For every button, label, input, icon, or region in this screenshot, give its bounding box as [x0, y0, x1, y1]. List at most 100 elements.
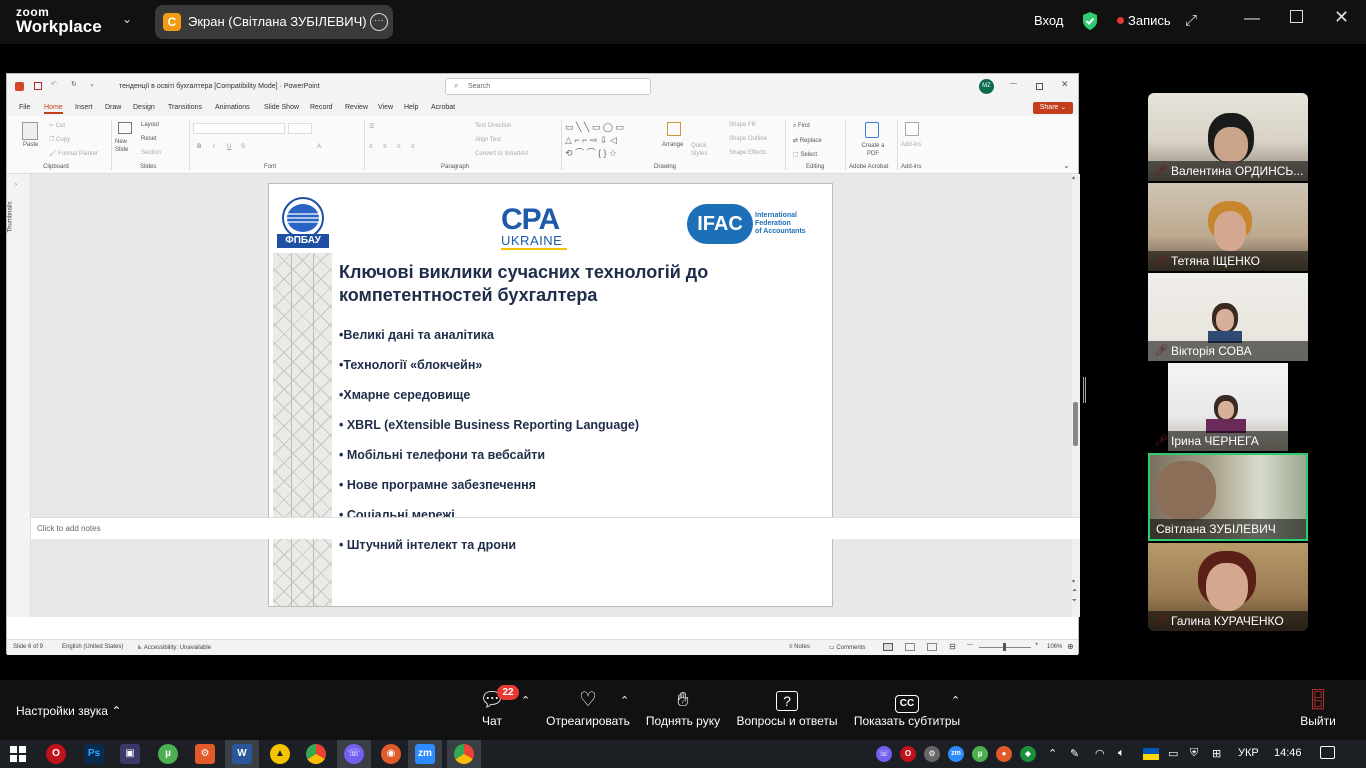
customize-toolbar-icon[interactable]: ⌄ [89, 80, 95, 88]
tab-insert[interactable]: Insert [75, 104, 93, 111]
layout-button[interactable]: Layout [141, 122, 159, 128]
notes-button[interactable]: ≡ Notes [789, 644, 810, 650]
shape-outline-button[interactable]: Shape Outline [729, 136, 767, 142]
create-pdf-icon[interactable] [865, 122, 879, 138]
next-slide-icon[interactable]: ⏷ [1072, 598, 1077, 605]
tray-recorder-icon[interactable]: ● [996, 746, 1012, 762]
participant-tile[interactable]: 🎤︎ Валентина ОРДИНСЬ... [1148, 93, 1308, 181]
screen-share-indicator[interactable]: С Экран (Світлана ЗУБІЛЕВИЧ) ··· [155, 5, 393, 39]
ppt-search-input[interactable]: ⌕ Search [445, 78, 651, 95]
volume-icon[interactable]: 🔈︎ [1118, 747, 1125, 760]
reading-view-icon[interactable] [927, 643, 937, 651]
recording-label[interactable]: Запись [1128, 13, 1171, 28]
select-button[interactable]: ⬚ Select [793, 151, 817, 158]
create-pdf-button[interactable]: Create a PDF [859, 142, 887, 158]
security-shield-icon[interactable] [1081, 11, 1099, 31]
photoshop-icon[interactable]: Ps [84, 744, 104, 764]
tab-transitions[interactable]: Transitions [168, 104, 202, 111]
shapes-gallery[interactable]: ▭ ╲ ╲ ▭ ◯ ▭ △ ⌐ ⌐ ⇨ ⇩ ◁ ⟲ ⌒ ⌒ { } ☆ [565, 121, 651, 161]
camera-app-icon[interactable]: ◉ [381, 744, 401, 764]
qa-button[interactable]: ? Вопросы и ответы [732, 680, 842, 728]
paste-button[interactable]: Paste [23, 142, 38, 148]
participant-tile[interactable]: 🎤︎ Галина КУРАЧЕНКО [1148, 543, 1308, 631]
ppt-close-icon[interactable]: ✕ [1061, 79, 1069, 90]
arrange-icon[interactable] [667, 122, 681, 136]
chrome-icon[interactable] [306, 744, 326, 764]
clock[interactable]: 14:46 [1274, 747, 1302, 759]
font-color-icon[interactable]: A [317, 144, 321, 150]
cut-button[interactable]: ✂ Cut [49, 122, 65, 129]
add-ins-icon[interactable] [905, 122, 919, 136]
expand-thumbnails-icon[interactable]: › [15, 182, 17, 188]
paste-icon[interactable] [22, 122, 38, 140]
quick-styles-button[interactable]: Quick Styles [691, 142, 713, 158]
tray-opera-icon[interactable]: O [900, 746, 916, 762]
shape-effects-button[interactable]: Shape Effects [729, 150, 766, 156]
convert-smartart-button[interactable]: Convert to SmartArt [475, 151, 528, 157]
font-family-select[interactable] [193, 123, 285, 134]
tab-review[interactable]: Review [345, 104, 368, 111]
undo-icon[interactable]: ↶ [51, 80, 57, 88]
align-right-icon[interactable]: ≡ [397, 144, 401, 150]
viber-icon[interactable]: ☏ [344, 744, 364, 764]
justify-icon[interactable]: ≡ [411, 144, 415, 150]
participant-tile[interactable]: 🎤︎ Вікторія СОВА [1148, 273, 1308, 361]
previous-slide-icon[interactable]: ⏶ [1072, 588, 1077, 595]
tab-record[interactable]: Record [310, 104, 333, 111]
tab-view[interactable]: View [378, 104, 393, 111]
bullets-icon[interactable]: ☰ [369, 123, 374, 130]
scroll-down-icon[interactable]: ▾ [1072, 578, 1075, 585]
tab-file[interactable]: File [19, 104, 30, 111]
fit-to-window-icon[interactable]: ⊕ [1067, 642, 1074, 651]
chat-options-chevron-icon[interactable]: ⌃ [521, 694, 530, 707]
add-ins-button[interactable]: Add-ins [901, 142, 921, 148]
tray-app-icon[interactable]: ⚙ [924, 746, 940, 762]
tray-viber-icon[interactable]: ☏ [876, 746, 892, 762]
reset-button[interactable]: Reset [141, 136, 157, 142]
font-size-select[interactable] [288, 123, 312, 134]
captions-options-chevron-icon[interactable]: ⌃ [951, 694, 960, 707]
zoom-out-icon[interactable]: — [967, 642, 973, 648]
zoom-taskbar-icon[interactable]: zm [415, 744, 435, 764]
copy-button[interactable]: ❐ Copy [49, 136, 70, 143]
word-icon[interactable]: W [232, 744, 252, 764]
settings-app-icon[interactable]: ⚙ [195, 744, 215, 764]
defender-icon[interactable]: ⛨ [1190, 747, 1198, 760]
tab-design[interactable]: Design [133, 104, 155, 111]
minimize-icon[interactable]: — [1244, 10, 1260, 28]
scrollbar-thumb[interactable] [1073, 402, 1078, 446]
find-button[interactable]: ⌕ Find [793, 123, 810, 130]
new-slide-button[interactable]: New Slide [115, 138, 137, 154]
slide-sorter-icon[interactable] [905, 643, 915, 651]
align-text-button[interactable]: Align Text [475, 137, 501, 143]
react-options-chevron-icon[interactable]: ⌃ [620, 694, 629, 707]
normal-view-icon[interactable] [883, 643, 893, 651]
replace-button[interactable]: ⇄ Replace [793, 137, 822, 144]
tray-expand-icon[interactable]: ⌃ [1048, 747, 1057, 760]
input-language[interactable]: УКР [1238, 747, 1259, 759]
bold-icon[interactable]: B [197, 144, 201, 150]
chrome-window-icon[interactable] [454, 744, 474, 764]
ppt-minimize-icon[interactable]: — [1010, 80, 1017, 87]
notifications-icon[interactable] [1320, 746, 1335, 759]
windows-start-icon[interactable] [10, 746, 26, 762]
participant-tile-active-speaker[interactable]: Світлана ЗУБІЛЕВИЧ [1148, 453, 1308, 541]
user-avatar[interactable]: MZ [979, 79, 994, 94]
zoom-in-icon[interactable]: + [1035, 642, 1039, 648]
more-options-icon[interactable]: ··· [370, 13, 388, 31]
restore-icon[interactable] [1290, 10, 1303, 23]
raise-hand-button[interactable]: ✋︎ Поднять руку [640, 680, 726, 728]
tab-slide-show[interactable]: Slide Show [264, 104, 299, 111]
collapse-ribbon-icon[interactable]: ⌄ [1063, 161, 1070, 170]
strikethrough-icon[interactable]: S [241, 144, 245, 150]
underline-icon[interactable]: U [227, 144, 231, 150]
wifi-icon[interactable]: ◠ [1095, 747, 1105, 760]
opera-icon[interactable]: O [46, 744, 66, 764]
vertical-scrollbar[interactable]: ▴ ▾ ⏶ ⏷ [1072, 174, 1080, 617]
zoom-level[interactable]: 106% [1047, 644, 1062, 650]
close-icon[interactable]: ✕ [1334, 7, 1349, 28]
thumbnails-pane[interactable]: › Thumbnails [7, 174, 31, 617]
fullscreen-icon[interactable]: ⤢ [1185, 12, 1197, 29]
new-slide-icon[interactable] [118, 122, 132, 134]
current-slide[interactable]: ФПБАУ CPA UKRAINE IFAC International Fed… [268, 183, 833, 607]
